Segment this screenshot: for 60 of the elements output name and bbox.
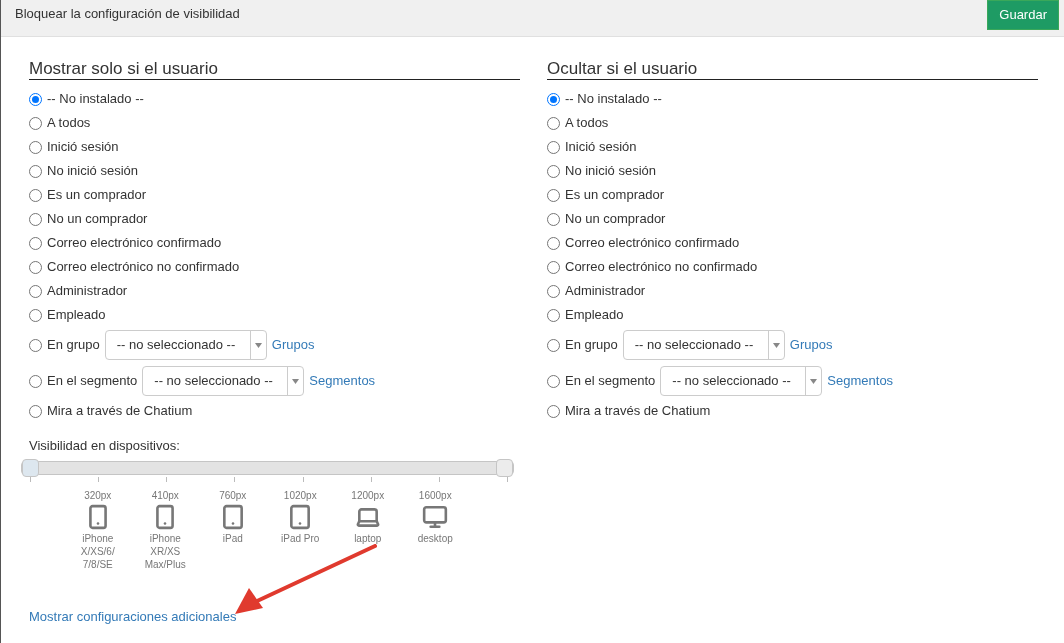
option-label: Administrador [47, 282, 128, 301]
option-label: Correo electrónico no confirmado [565, 258, 758, 277]
save-button[interactable]: Guardar [987, 0, 1059, 30]
desktop-icon [422, 503, 449, 530]
option-label: Correo electrónico confirmado [565, 234, 740, 253]
resolution-label: 320px [84, 488, 112, 502]
resolution-label: 760px [219, 488, 247, 502]
caret-icon [292, 378, 300, 384]
option-label: Administrador [565, 282, 646, 301]
option-label: En grupo [47, 336, 100, 355]
resolution-label: 1600px [418, 488, 452, 502]
option-label: A todos [565, 114, 609, 133]
option-label: A todos [47, 114, 91, 133]
option-label: Es un comprador [47, 186, 146, 205]
dropdown[interactable]: -- no seleccionado -- [660, 366, 823, 396]
device-label: iPad Pro [280, 531, 321, 545]
option-label: Empleado [47, 306, 106, 325]
option-label: Empleado [565, 306, 624, 325]
section-heading: Mostrar solo si el usuario [29, 59, 520, 80]
link[interactable]: Segmentos [309, 371, 376, 391]
range-slider-track[interactable] [21, 460, 514, 475]
section-heading: Ocultar si el usuario [547, 59, 1038, 80]
caret-icon [810, 378, 818, 384]
option-label: Es un comprador [565, 186, 664, 205]
device-label: iPad [221, 531, 244, 545]
option-label: En el segmento [565, 372, 656, 391]
caret-icon [254, 342, 262, 348]
resolution-label: 410px [151, 488, 179, 502]
dropdown[interactable]: -- no seleccionado -- [142, 366, 305, 396]
device-label: iPhone X/XS/6/ 7/8/SE [79, 531, 116, 571]
option-label: Correo electrónico confirmado [47, 234, 222, 253]
link[interactable]: Mostrar configuraciones adicionales [29, 608, 237, 624]
option-label: Correo electrónico no confirmado [47, 258, 240, 277]
link[interactable]: Grupos [789, 335, 833, 355]
dialog-title: Bloquear la configuración de visibilidad [15, 5, 240, 24]
option-label: Mira a través de Chatium [47, 402, 193, 421]
device-label: laptop [353, 531, 383, 545]
caret-icon [772, 342, 780, 348]
link[interactable]: Grupos [271, 335, 315, 355]
option-label: -- No instalado -- [565, 90, 662, 109]
resolution-label: 1200px [351, 488, 385, 502]
option-label: En grupo [565, 336, 618, 355]
link[interactable]: Segmentos [827, 371, 894, 391]
resolution-label: 1020px [283, 488, 317, 502]
devices-label: Visibilidad en dispositivos: [29, 437, 181, 455]
option-label: Inició sesión [47, 138, 119, 157]
option-label: No inició sesión [565, 162, 657, 181]
device-label: desktop [416, 531, 454, 545]
slider-handle[interactable] [22, 458, 39, 477]
dropdown[interactable]: -- no seleccionado -- [104, 330, 267, 360]
option-label: Mira a través de Chatium [565, 402, 711, 421]
option-label: -- No instalado -- [47, 90, 144, 109]
option-label: En el segmento [47, 372, 138, 391]
device-label: iPhone XR/XS Max/Plus [143, 531, 187, 571]
dropdown[interactable]: -- no seleccionado -- [622, 330, 785, 360]
slider-handle[interactable] [496, 458, 513, 477]
option-label: Inició sesión [565, 138, 637, 157]
option-label: No un comprador [47, 210, 148, 229]
option-label: No un comprador [565, 210, 666, 229]
option-label: No inició sesión [47, 162, 139, 181]
